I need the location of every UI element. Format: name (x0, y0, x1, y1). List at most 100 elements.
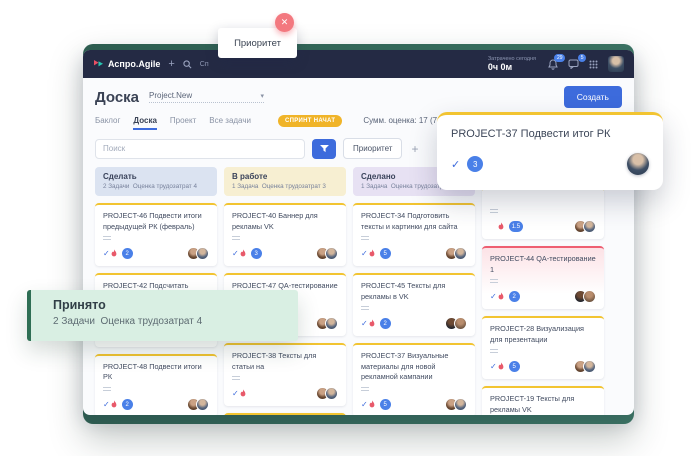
flame-icon (368, 319, 376, 329)
brand-label: Аспро.Agile (108, 59, 160, 69)
tab-project[interactable]: Проект (170, 116, 196, 130)
estimate-badge: 2 (380, 318, 391, 329)
task-card[interactable]: PROJECT-19 Тексты для рекламы VK ✓ 5 (482, 386, 604, 415)
tab-all-tasks[interactable]: Все задачи (209, 116, 251, 130)
apps-grid-icon[interactable] (589, 60, 598, 69)
flame-icon (368, 249, 376, 259)
accepted-column-callout: Принято 2 Задачи Оценка трудозатрат 4 (27, 290, 298, 341)
time-spent: Затрачено сегодня 0ч 0м (488, 56, 536, 72)
highlighted-task-card[interactable]: PROJECT-37 Подвести итог РК ✓ 3 (437, 112, 663, 190)
project-selector[interactable]: Project.New ▾ (149, 91, 264, 103)
task-footer: ✓ 3 (451, 153, 649, 175)
column-cards: PROJECT-34 Подготовить тексты и картинки… (353, 203, 475, 415)
callout-subtitle: 2 Задачи Оценка трудозатрат 4 (53, 316, 298, 327)
messages-icon[interactable]: 5 (568, 59, 579, 69)
sprint-status-badge: СПРИНТ НАЧАТ (278, 115, 342, 127)
column-cards: ✓ 1.5 PROJECT-44 QA-тестирование 1 ✓ 2 (482, 187, 604, 415)
avatar-group (187, 247, 209, 260)
tab-backlog[interactable]: Баклог (95, 116, 120, 130)
task-title: PROJECT-46 Подвести итоги предыдущей РК … (103, 211, 209, 232)
assignee-avatar[interactable] (454, 398, 467, 411)
close-icon[interactable]: ✕ (275, 13, 294, 32)
task-card[interactable]: PROJECT-28 Визуализация для презентации … (482, 316, 604, 379)
check-icon: ✓ (232, 389, 239, 398)
description-icon (490, 279, 498, 284)
avatar-group (187, 398, 209, 411)
task-title: PROJECT-28 Визуализация для презентации (490, 324, 596, 345)
assignee-avatar[interactable] (325, 387, 338, 400)
assignee-avatar[interactable] (196, 398, 209, 411)
task-card[interactable]: PROJECT-38 Тексты для статьи на ✓ (224, 343, 346, 406)
task-title: PROJECT-37 Визуальные материалы для ново… (361, 351, 467, 383)
app-window: Аспро.Agile + Сп Затрачено сегодня 0ч 0м… (83, 50, 634, 415)
app-logo[interactable]: Аспро.Agile (93, 59, 160, 69)
filter-button[interactable] (312, 139, 336, 159)
column-header: Сделать 2 Задачи Оценка трудозатрат 4 (95, 167, 217, 196)
estimate-badge: 2 (509, 291, 520, 302)
task-footer: ✓ 5 (361, 398, 467, 411)
priority-filter-chip[interactable]: Приоритет (343, 138, 402, 159)
assignee-avatar[interactable] (196, 247, 209, 260)
task-card[interactable]: PROJECT-44 QA-тестирование 1 ✓ 2 (482, 246, 604, 309)
flame-icon (497, 362, 505, 372)
assignee-avatar[interactable] (325, 247, 338, 260)
task-footer: ✓ 2 (361, 317, 467, 330)
search-input[interactable] (95, 139, 305, 159)
task-card[interactable]: PROJECT-46 Подвести итоги предыдущей РК … (95, 203, 217, 266)
task-card[interactable]: PROJECT-48 Подвести итоги РК ✓ 2 (95, 354, 217, 415)
estimate-badge: 5 (380, 248, 391, 259)
check-icon: ✓ (490, 362, 497, 371)
description-icon (232, 376, 240, 381)
top-navbar: Аспро.Agile + Сп Затрачено сегодня 0ч 0м… (83, 50, 634, 78)
page-header: Доска Project.New ▾ Создать (83, 78, 634, 111)
assignee-avatar[interactable] (583, 290, 596, 303)
flame-icon (497, 222, 505, 232)
column-subtitle: 1 Задача Оценка трудозатрат 3 (232, 183, 338, 190)
check-icon: ✓ (361, 400, 368, 409)
user-avatar[interactable] (608, 56, 624, 72)
flame-icon (239, 389, 247, 399)
avatar-group (574, 290, 596, 303)
search-icon[interactable] (183, 60, 192, 69)
check-icon: ✓ (232, 249, 239, 258)
task-card[interactable]: PROJECT-37 Визуальные материалы для ново… (353, 343, 475, 415)
assignee-avatar[interactable] (583, 220, 596, 233)
task-card[interactable]: PROJECT-40 Баннер для рекламы VK ✓ 3 (224, 203, 346, 266)
assignee-avatar[interactable] (454, 317, 467, 330)
callout-title: Принято (53, 298, 298, 312)
add-filter-button[interactable]: + (409, 143, 420, 155)
nav-menu-text[interactable]: Сп (200, 61, 209, 68)
estimate-badge: 1.5 (509, 221, 523, 232)
description-icon (232, 236, 240, 241)
task-footer: ✓ 2 (103, 247, 209, 260)
tab-board[interactable]: Доска (133, 116, 156, 130)
task-title (490, 195, 596, 205)
notifications-bell-icon[interactable]: 29 (548, 59, 558, 70)
task-card[interactable]: PROJECT-34 Подготовить тексты и картинки… (353, 203, 475, 266)
estimate-badge: 5 (509, 361, 520, 372)
flame-icon (110, 249, 118, 259)
create-button[interactable]: Создать (564, 86, 622, 108)
task-title: PROJECT-37 Подвести итог РК (451, 128, 649, 140)
page-title: Доска (95, 89, 139, 106)
assignee-avatar[interactable] (583, 360, 596, 373)
assignee-avatar[interactable] (454, 247, 467, 260)
column-header: В работе 1 Задача Оценка трудозатрат 3 (224, 167, 346, 196)
column-subtitle: 2 Задачи Оценка трудозатрат 4 (103, 183, 209, 190)
description-icon (361, 387, 369, 392)
description-icon (490, 209, 498, 214)
task-footer: ✓ 2 (490, 290, 596, 303)
estimate-badge: 3 (251, 248, 262, 259)
task-card[interactable]: теории ✓ 3 (224, 413, 346, 415)
add-quick-button[interactable]: + (168, 59, 174, 70)
task-title: PROJECT-34 Подготовить тексты и картинки… (361, 211, 467, 232)
assignee-avatar[interactable] (627, 153, 649, 175)
estimate-badge: 5 (380, 399, 391, 410)
assignee-avatar[interactable] (325, 317, 338, 330)
task-card[interactable]: PROJECT-45 Тексты для рекламы в VK ✓ 2 (353, 273, 475, 336)
avatar-group (445, 398, 467, 411)
check-icon: ✓ (103, 249, 110, 258)
notifications-count-badge: 29 (554, 54, 565, 62)
task-card[interactable]: ✓ 1.5 (482, 187, 604, 239)
check-icon: ✓ (103, 400, 110, 409)
